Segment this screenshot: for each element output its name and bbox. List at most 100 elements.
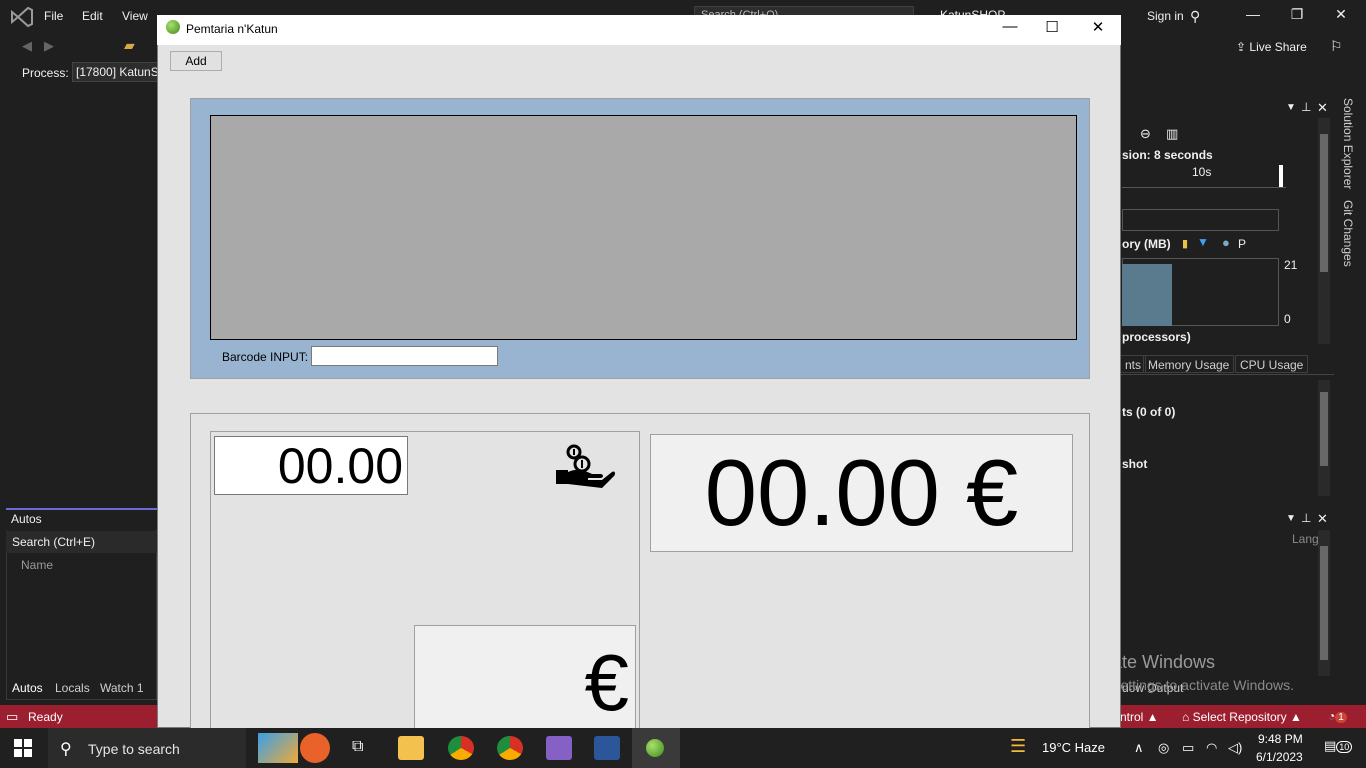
notifications-bell-icon[interactable]: ◔ 1 — [1328, 709, 1347, 723]
tab-autos[interactable]: Autos — [12, 681, 43, 695]
account-icon[interactable]: ⚲ — [1190, 8, 1200, 25]
private-bytes-marker-icon: ● — [1222, 235, 1230, 250]
chart-icon[interactable]: ▥ — [1166, 126, 1178, 142]
show-hidden-icons-icon[interactable]: ∧ — [1134, 740, 1144, 756]
file-explorer-icon[interactable] — [398, 736, 424, 760]
process-label: Process: — [22, 66, 69, 80]
vs-maximize-button[interactable]: ❐ — [1282, 6, 1312, 28]
private-bytes-label: P — [1238, 237, 1247, 251]
session-duration: sion: 8 seconds — [1122, 148, 1213, 162]
memory-max-value: 21 — [1284, 258, 1298, 272]
live-share-label: Live Share — [1249, 40, 1307, 54]
take-snapshot-link[interactable]: shot — [1122, 457, 1147, 471]
wifi-icon[interactable]: ◠ — [1206, 740, 1217, 756]
hand-coin-icon[interactable] — [554, 440, 616, 494]
change-amount-display: € — [414, 625, 636, 728]
scanned-items-display[interactable] — [210, 115, 1077, 340]
volume-icon[interactable]: ◁) — [1228, 740, 1242, 756]
app-title: Pemtaria n'Katun — [186, 22, 278, 36]
app-maximize-button[interactable]: ☐ — [1029, 18, 1075, 42]
open-folder-icon[interactable]: ▰ — [124, 37, 135, 54]
autos-search-input[interactable]: Search (Ctrl+E) — [6, 531, 157, 553]
share-icon: ⇪ — [1236, 40, 1250, 54]
timeline-cursor[interactable] — [1279, 165, 1283, 187]
visual-studio-logo-icon[interactable] — [10, 6, 34, 28]
output-close-icon[interactable]: ✕ — [1317, 511, 1328, 527]
tab-watch-1[interactable]: Watch 1 — [100, 681, 144, 695]
source-control-button[interactable]: ntrol ▲ — [1120, 710, 1159, 724]
pin-icon[interactable]: ⊥ — [1301, 100, 1311, 114]
status-ready: Ready — [28, 710, 63, 724]
menu-file[interactable]: File — [44, 9, 63, 23]
menu-view[interactable]: View — [122, 9, 148, 23]
action-center-icon[interactable]: ▤ 10 — [1324, 738, 1353, 754]
solution-explorer-tab[interactable]: Solution Explorer — [1341, 98, 1355, 189]
git-changes-tab[interactable]: Git Changes — [1341, 200, 1355, 267]
action-center-count: 10 — [1336, 741, 1353, 753]
clock-time[interactable]: 9:48 PM — [1258, 732, 1303, 746]
weather-text[interactable]: 19°C Haze — [1042, 740, 1105, 755]
status-message-icon: ▭ — [6, 709, 19, 724]
battery-icon[interactable]: ▭ — [1182, 740, 1194, 756]
tab-memory-usage[interactable]: Memory Usage — [1143, 355, 1235, 373]
panel-close-icon[interactable]: ✕ — [1317, 100, 1328, 116]
sign-in-link[interactable]: Sign in — [1147, 9, 1184, 23]
app-minimize-button[interactable]: — — [987, 18, 1033, 42]
add-button[interactable]: Add — [170, 51, 222, 71]
zoom-out-icon[interactable]: ⊖ — [1140, 126, 1151, 142]
snapshot-marker-icon: ▼ — [1197, 235, 1209, 249]
panel-dropdown-icon[interactable]: ▼ — [1286, 102, 1296, 113]
live-share-button[interactable]: ⇪ Live Share — [1236, 40, 1307, 54]
visual-studio-taskbar-icon[interactable] — [546, 736, 572, 760]
meet-now-icon[interactable]: ◎ — [1158, 740, 1169, 756]
events-track — [1122, 209, 1279, 231]
barcode-label: Barcode INPUT: — [222, 350, 309, 364]
memory-min-value: 0 — [1284, 312, 1291, 326]
diag-scrollbar-thumb[interactable] — [1320, 134, 1328, 272]
events-count[interactable]: ts (0 of 0) — [1122, 405, 1175, 419]
output-pin-icon[interactable]: ⊥ — [1301, 511, 1311, 525]
clock-date[interactable]: 6/1/2023 — [1256, 750, 1303, 764]
forward-icon[interactable]: ▶ — [44, 38, 54, 54]
windows-start-icon[interactable] — [14, 739, 32, 757]
taskbar-search-placeholder: Type to search — [88, 741, 180, 757]
vs-close-button[interactable]: ✕ — [1326, 6, 1356, 28]
search-icon: ⚲ — [60, 741, 72, 758]
select-repository-button[interactable]: ⌂ Select Repository ▲ — [1182, 710, 1302, 724]
language-column[interactable]: Lang — [1292, 532, 1319, 546]
gc-marker-icon: ▮ — [1182, 238, 1189, 250]
feedback-icon[interactable]: ⚐ — [1330, 38, 1343, 55]
output-dropdown-icon[interactable]: ▼ — [1286, 513, 1296, 524]
memory-usage-area — [1122, 264, 1172, 326]
barcode-input[interactable] — [311, 346, 498, 366]
process-dropdown[interactable]: [17800] KatunSHOP — [72, 62, 162, 82]
repository-icon: ⌂ — [1182, 710, 1193, 724]
task-view-icon[interactable]: ⧉ — [352, 738, 363, 756]
app-titlebar[interactable] — [157, 15, 1121, 45]
haze-weather-icon[interactable]: ☰ — [1010, 736, 1026, 757]
widgets-icon[interactable] — [258, 733, 298, 763]
chrome-icon[interactable] — [448, 736, 474, 760]
tab-cpu-usage[interactable]: CPU Usage — [1235, 355, 1309, 373]
source-control-label: ntrol — [1120, 710, 1144, 724]
menu-edit[interactable]: Edit — [82, 9, 103, 23]
events-list-panel — [1120, 374, 1334, 500]
vs-minimize-button[interactable]: — — [1238, 6, 1268, 28]
select-repository-label: Select Repository — [1192, 710, 1287, 724]
notification-count: 1 — [1335, 712, 1347, 723]
output-scrollbar-thumb[interactable] — [1320, 546, 1328, 660]
katunshop-apple-icon — [646, 739, 664, 757]
amount-paid-field[interactable]: 00.00 — [214, 436, 408, 495]
autos-column-name[interactable]: Name — [21, 558, 53, 572]
app-close-button[interactable]: ✕ — [1075, 18, 1121, 42]
total-amount-display: 00.00 € — [650, 434, 1073, 552]
word-icon[interactable] — [594, 736, 620, 760]
cpu-processors-label: processors) — [1122, 330, 1191, 344]
chrome-profile-icon[interactable] — [497, 736, 523, 760]
tab-locals[interactable]: Locals — [55, 681, 90, 695]
apple-app-icon — [166, 20, 180, 34]
autos-title: Autos — [11, 512, 42, 526]
basketball-icon[interactable] — [300, 733, 330, 763]
events-scrollbar-thumb[interactable] — [1320, 392, 1328, 466]
back-icon[interactable]: ◀ — [22, 38, 32, 54]
